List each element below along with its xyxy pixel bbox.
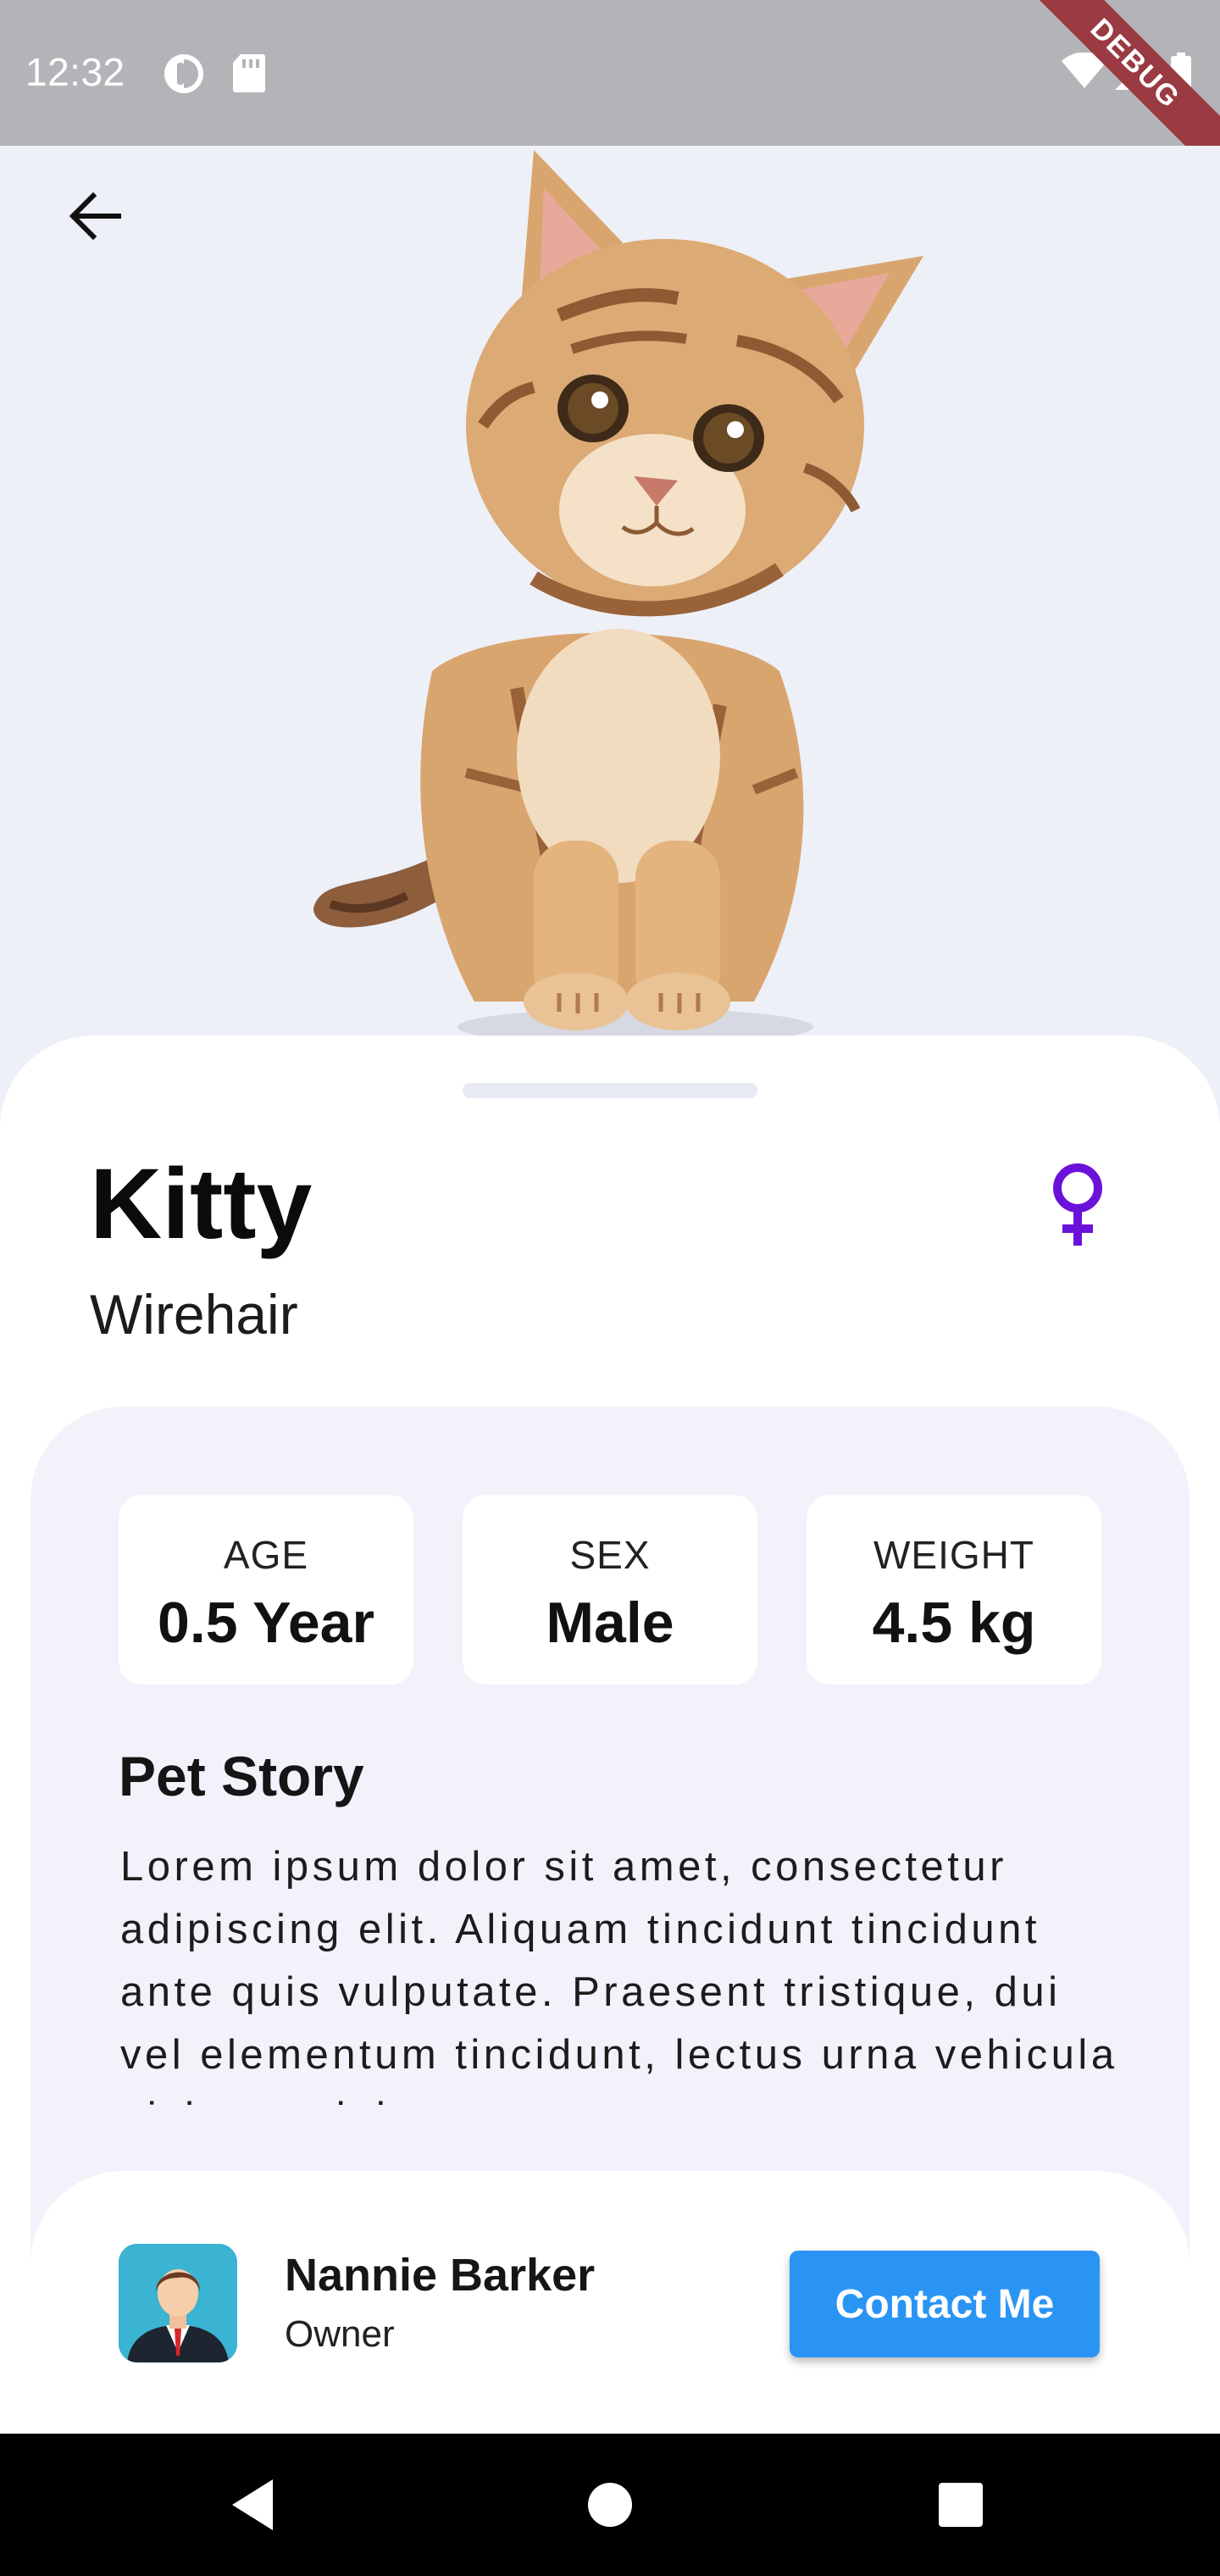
stat-label: SEX xyxy=(569,1533,651,1577)
stat-label: WEIGHT xyxy=(873,1533,1034,1577)
contact-me-button[interactable]: Contact Me xyxy=(790,2251,1100,2357)
recents-square-icon[interactable] xyxy=(927,2471,995,2539)
pet-story-title: Pet Story xyxy=(119,1745,364,1807)
stat-card-sex: SEX Male xyxy=(463,1495,757,1685)
home-circle-icon[interactable] xyxy=(576,2471,644,2539)
stat-value: Male xyxy=(546,1591,674,1655)
privacy-dot-icon xyxy=(164,54,203,93)
pet-hero xyxy=(0,146,1220,1061)
drag-handle[interactable] xyxy=(463,1083,757,1098)
arrow-back-icon[interactable] xyxy=(59,180,132,253)
system-nav-bar xyxy=(0,2434,1220,2576)
sd-card-icon xyxy=(233,54,265,92)
stat-value: 0.5 Year xyxy=(158,1591,374,1655)
stat-label: AGE xyxy=(223,1533,309,1577)
status-time: 12:32 xyxy=(25,50,125,94)
kitten-image xyxy=(313,150,923,1044)
owner-role: Owner xyxy=(285,2313,395,2355)
pet-breed: Wirehair xyxy=(90,1283,298,1346)
back-triangle-icon[interactable] xyxy=(220,2471,288,2539)
stat-card-age: AGE 0.5 Year xyxy=(119,1495,413,1685)
owner-bar: Nannie Barker Owner Contact Me xyxy=(30,2171,1190,2434)
owner-avatar xyxy=(119,2244,237,2362)
stat-card-weight: WEIGHT 4.5 kg xyxy=(807,1495,1101,1685)
pet-detail-screen: 12:32 DEBUG Kitty Wirehair AGE 0.5 Year … xyxy=(0,0,1220,2576)
status-bar: 12:32 DEBUG xyxy=(0,0,1220,182)
pet-name: Kitty xyxy=(90,1148,313,1260)
pet-story-text: Lorem ipsum dolor sit amet, consectetur … xyxy=(120,1844,1118,2105)
stat-value: 4.5 kg xyxy=(872,1591,1036,1655)
owner-name: Nannie Barker xyxy=(285,2250,596,2301)
female-icon xyxy=(1053,1163,1102,1246)
